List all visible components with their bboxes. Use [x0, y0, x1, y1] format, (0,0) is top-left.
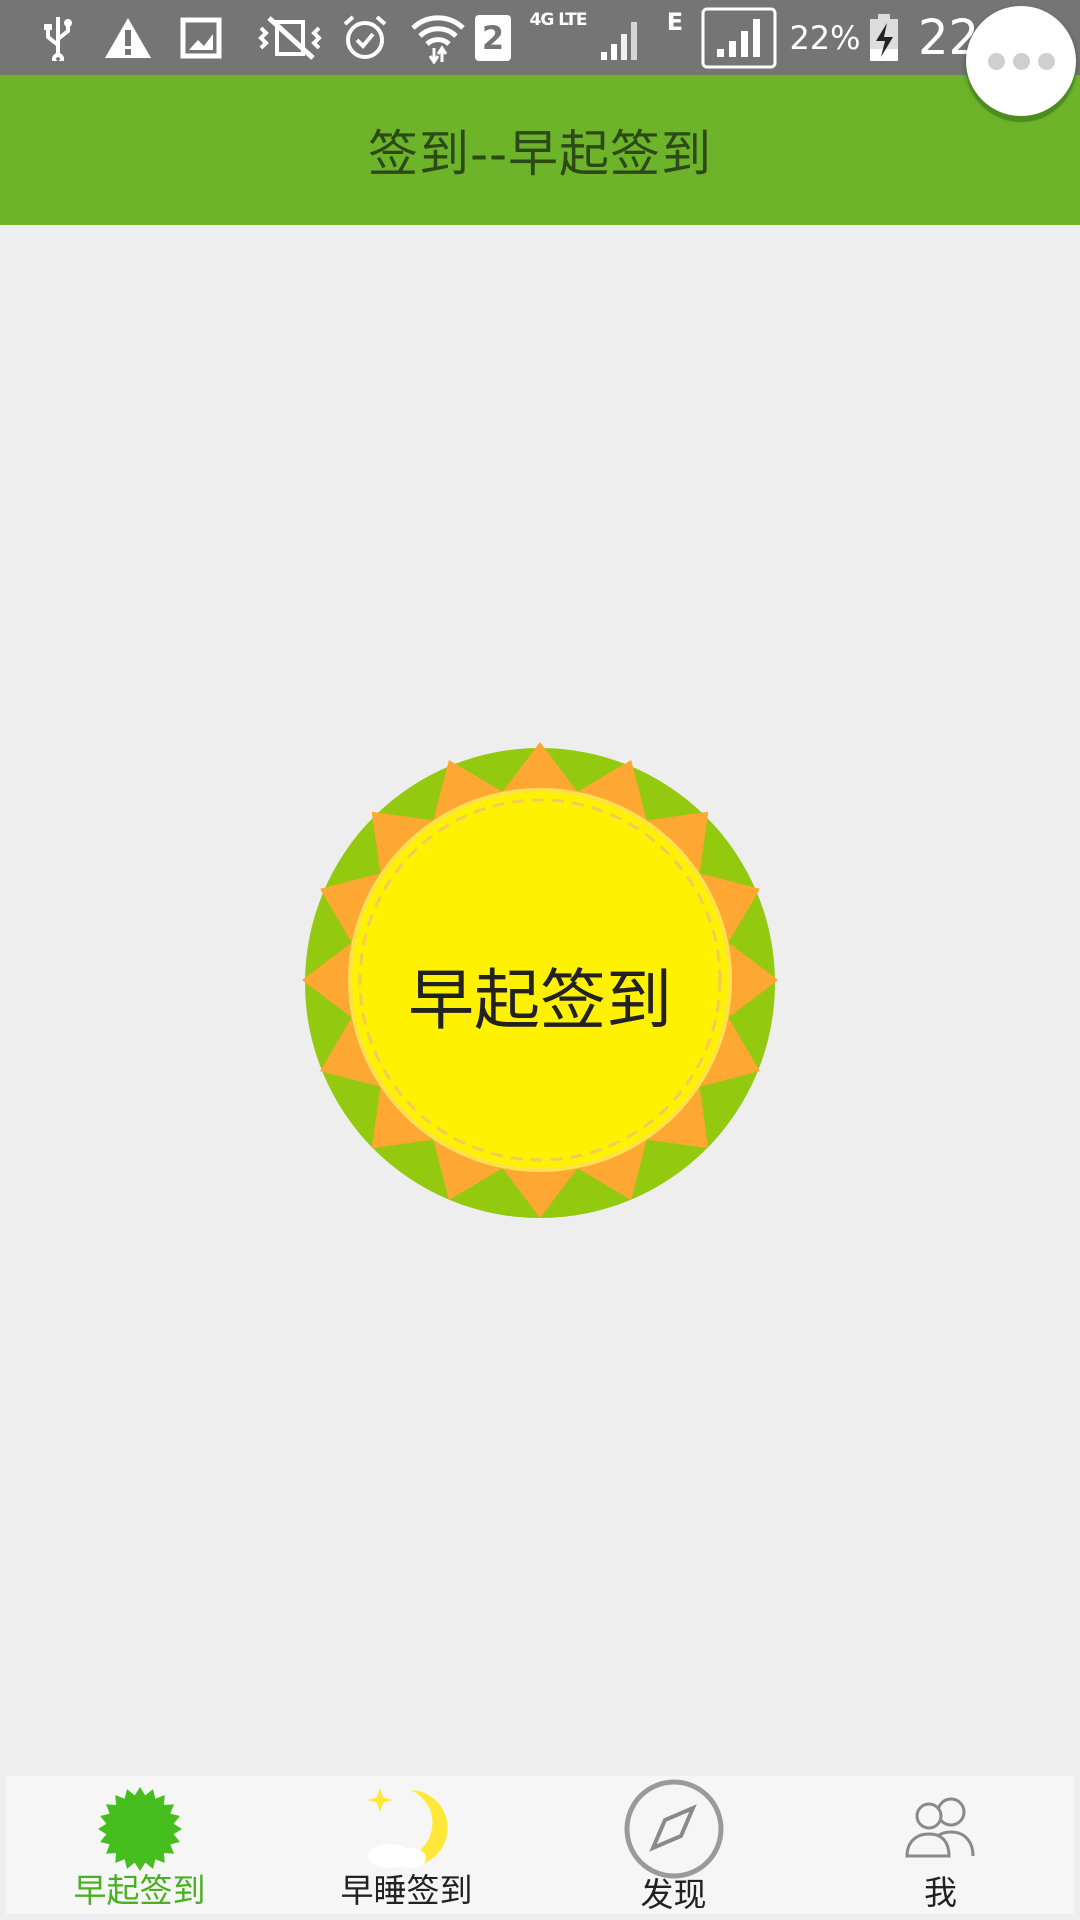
tab-discover[interactable]: 发现: [540, 1776, 807, 1914]
tab-label: 发现: [640, 1875, 707, 1914]
battery-charging-icon: [864, 0, 904, 75]
alarm-icon: [340, 0, 390, 75]
app-header: 签到--早起签到: [0, 75, 1080, 225]
tab-night-checkin[interactable]: 早睡签到: [273, 1776, 540, 1914]
more-dot-icon: [1037, 52, 1055, 70]
more-options-button[interactable]: [966, 6, 1076, 116]
checkin-label: 早起签到: [408, 962, 672, 1039]
more-dot-icon: [1012, 52, 1030, 70]
warning-icon: [102, 0, 154, 75]
users-icon: [901, 1794, 981, 1864]
battery-percent: 22%: [789, 18, 861, 57]
tab-label: 早睡签到: [340, 1871, 473, 1910]
morning-checkin-button[interactable]: 早起签到: [302, 735, 778, 1225]
network-type-label: 4G LTE: [529, 10, 588, 30]
tab-morning-checkin[interactable]: 早起签到: [6, 1776, 273, 1914]
tab-label: 我: [924, 1873, 957, 1912]
signal-icon: [596, 0, 646, 75]
vibrate-off-icon: [254, 0, 326, 75]
edge-icon: E: [666, 8, 684, 36]
bottom-tab-bar: 早起签到 早睡签到 发现 我: [6, 1776, 1074, 1914]
usb-icon: [38, 0, 78, 75]
tab-label: 早起签到: [73, 1871, 206, 1910]
signal-box-icon: [700, 0, 778, 75]
page-title: 签到--早起签到: [367, 125, 713, 183]
image-icon: [178, 0, 224, 75]
tab-me[interactable]: 我: [807, 1776, 1074, 1914]
wifi-icon: [410, 0, 466, 75]
status-bar: 2 4G LTE E 22% 22: [0, 0, 1080, 75]
sim-2-icon: 2: [472, 0, 514, 75]
sun-badge-icon: [95, 1786, 185, 1876]
more-dot-icon: [987, 52, 1005, 70]
moon-icon: [362, 1784, 452, 1876]
